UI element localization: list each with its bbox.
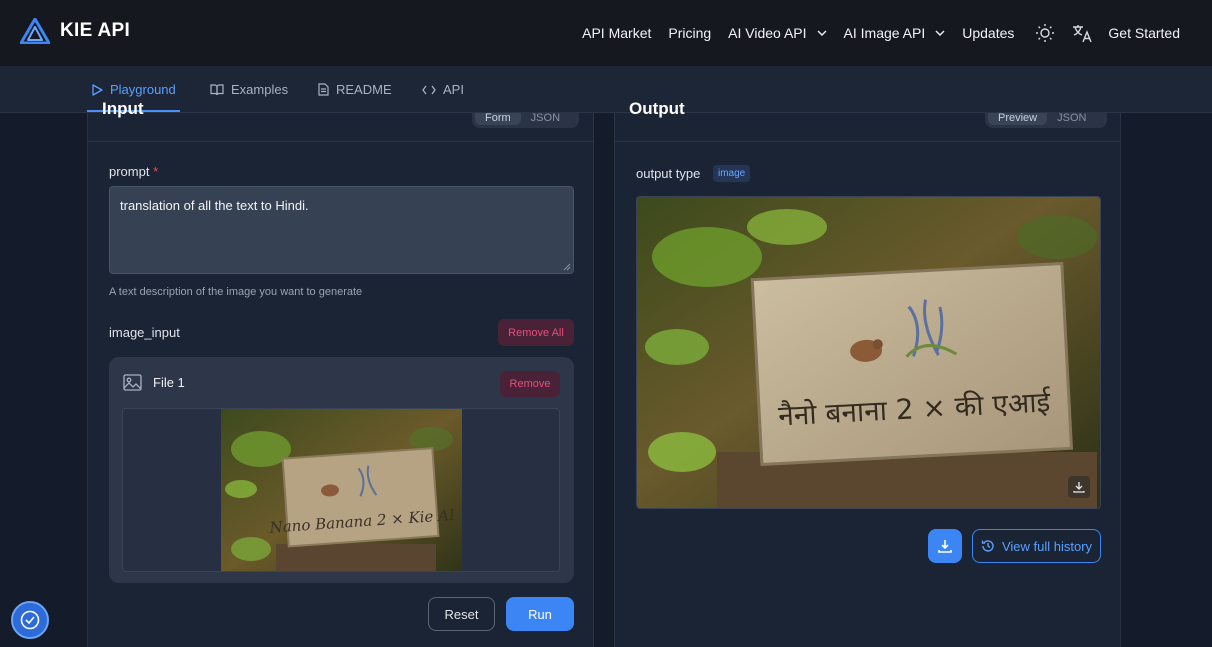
nav-ai-image-api[interactable]: AI Image API xyxy=(844,25,946,41)
brand-name: KIE API xyxy=(60,20,131,41)
prompt-help-text: A text description of the image you want… xyxy=(109,286,363,298)
view-history-button[interactable]: View full history xyxy=(972,529,1101,563)
resize-handle-icon[interactable] xyxy=(563,263,571,271)
view-history-label: View full history xyxy=(1001,538,1093,554)
document-icon xyxy=(318,83,329,96)
translate-icon[interactable] xyxy=(1072,22,1094,44)
chevron-down-icon xyxy=(817,30,827,36)
image-icon xyxy=(123,374,142,391)
panel-divider xyxy=(615,141,1120,142)
tab-readme-label: README xyxy=(336,82,392,97)
tab-readme[interactable]: README xyxy=(318,66,392,113)
nav-ai-image-api-label: AI Image API xyxy=(843,25,926,41)
tab-api[interactable]: API xyxy=(422,66,464,113)
image-download-icon[interactable] xyxy=(1068,476,1090,498)
chevron-down-icon xyxy=(935,30,945,36)
required-mark: * xyxy=(153,164,159,179)
reset-button[interactable]: Reset xyxy=(428,597,495,631)
input-panel: Input Form JSON prompt * translation of … xyxy=(87,99,594,647)
download-button[interactable] xyxy=(928,529,962,563)
sun-icon[interactable] xyxy=(1034,22,1056,44)
sub-tabs: Playground Examples README API xyxy=(0,66,1212,113)
input-panel-title: Input xyxy=(102,99,144,118)
output-type-badge: image xyxy=(713,165,751,182)
brand[interactable]: KIE API xyxy=(20,18,130,44)
cookie-settings-button[interactable] xyxy=(11,601,49,639)
prompt-value: translation of all the text to Hindi. xyxy=(120,198,309,213)
file-preview: Nano Banana 2 × Kie AI xyxy=(122,408,560,572)
prompt-input[interactable]: translation of all the text to Hindi. xyxy=(109,186,574,274)
prompt-label: prompt * xyxy=(109,164,158,179)
play-icon xyxy=(92,83,103,96)
file-header: File 1 xyxy=(123,374,185,391)
nav-updates[interactable]: Updates xyxy=(962,25,1014,41)
toggle-form[interactable]: Form xyxy=(475,113,521,125)
image-input-label: image_input xyxy=(109,325,180,340)
output-mode-toggle[interactable]: Preview JSON xyxy=(985,113,1107,128)
remove-all-button[interactable]: Remove All xyxy=(498,319,574,346)
toggle-output-json[interactable]: JSON xyxy=(1047,113,1096,125)
book-icon xyxy=(210,83,224,95)
code-icon xyxy=(422,85,436,94)
shield-check-icon xyxy=(20,610,40,630)
panel-divider xyxy=(88,141,593,142)
history-icon xyxy=(981,540,994,552)
output-image[interactable]: नैनो बनाना 2 × की एआई xyxy=(636,196,1101,509)
get-started-button[interactable]: Get Started xyxy=(1108,25,1180,41)
toggle-json[interactable]: JSON xyxy=(521,113,570,125)
tab-api-label: API xyxy=(443,82,464,97)
nav-ai-video-api[interactable]: AI Video API xyxy=(728,25,827,41)
output-type-label: output type xyxy=(636,166,701,181)
tab-examples-label: Examples xyxy=(231,82,289,97)
remove-file-button[interactable]: Remove xyxy=(500,371,560,397)
input-image-thumbnail: Nano Banana 2 × Kie AI xyxy=(221,409,462,571)
main-nav: API Market Pricing AI Video API AI Image… xyxy=(565,0,1180,66)
top-navbar: KIE API API Market Pricing AI Video API … xyxy=(0,0,1212,66)
file-card: File 1 Remove Nano Banana 2 × Kie AI xyxy=(109,357,574,583)
run-button[interactable]: Run xyxy=(506,597,574,631)
prompt-label-text: prompt xyxy=(109,164,150,179)
nav-pricing[interactable]: Pricing xyxy=(668,25,711,41)
tab-playground-label: Playground xyxy=(110,82,176,97)
input-mode-toggle[interactable]: Form JSON xyxy=(472,113,579,128)
file-name: File 1 xyxy=(153,375,185,390)
nav-ai-video-api-label: AI Video API xyxy=(728,25,807,41)
download-icon xyxy=(938,540,952,553)
toggle-preview[interactable]: Preview xyxy=(988,113,1048,125)
logo-icon xyxy=(20,18,50,44)
output-panel-title: Output xyxy=(629,99,685,118)
nav-api-market[interactable]: API Market xyxy=(582,25,651,41)
output-panel: Output Preview JSON output type image नै… xyxy=(614,99,1121,647)
tab-examples[interactable]: Examples xyxy=(210,66,288,113)
